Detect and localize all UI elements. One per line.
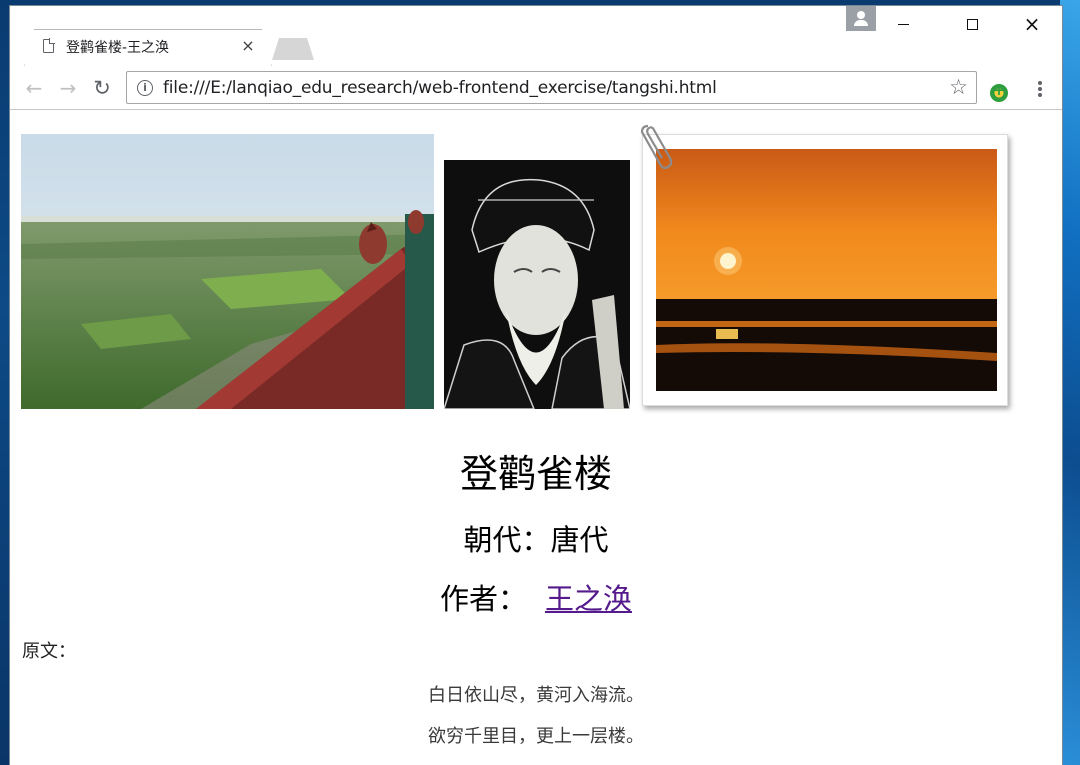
poem-line: 白日依山尽，黄河入海流。	[428, 685, 644, 706]
tab-title: 登鹳雀楼-王之涣	[66, 40, 170, 56]
sunset-image	[656, 149, 997, 391]
author-label: 作者：	[439, 582, 527, 616]
browser-toolbar: ← → ↻ i file:///E:/lanqiao_edu_research/…	[10, 66, 1062, 110]
tab-close-icon[interactable]: ×	[240, 36, 256, 55]
page-content: 登鹳雀楼 朝代：唐代 作者： 王之涣 原文： 白日依山尽，黄河入海流。 欲穷千里目…	[10, 111, 1062, 765]
dynasty-label: 朝代：唐代	[463, 523, 609, 557]
poem-title: 登鹳雀楼	[459, 452, 612, 496]
reload-icon: ↻	[93, 76, 111, 100]
extension-icon[interactable]	[990, 81, 1008, 102]
info-icon[interactable]: i	[137, 80, 153, 96]
reload-button[interactable]: ↻	[90, 76, 114, 100]
forward-button[interactable]: →	[56, 76, 80, 100]
author-link[interactable]: 王之涣	[545, 582, 632, 616]
title-bar: 登鹳雀楼-王之涣 × ×	[10, 6, 1062, 67]
profile-icon[interactable]	[846, 6, 876, 31]
author-row: 作者： 王之涣	[10, 576, 1062, 618]
sunset-photo-card	[640, 124, 1012, 411]
close-icon: ×	[1023, 12, 1041, 36]
paperclip-icon	[640, 124, 673, 170]
address-bar[interactable]: i file:///E:/lanqiao_edu_research/web-fr…	[126, 71, 977, 104]
forward-arrow-icon: →	[59, 76, 77, 100]
close-window-button[interactable]: ×	[1009, 6, 1055, 42]
minimize-icon	[897, 23, 909, 25]
back-button[interactable]: ←	[22, 76, 46, 100]
bookmark-star-icon[interactable]: ☆	[949, 75, 968, 99]
document-icon	[43, 38, 55, 53]
browser-window: 登鹳雀楼-王之涣 × × ← → ↻ i file:///E:/lanqiao_…	[10, 6, 1062, 765]
back-arrow-icon: ←	[25, 76, 43, 100]
poet-portrait-image	[444, 160, 630, 409]
new-tab-button[interactable]	[272, 38, 314, 60]
chrome-menu-icon[interactable]	[1032, 79, 1048, 99]
poem-line: 欲穷千里目，更上一层楼。	[428, 726, 644, 747]
url-text[interactable]: file:///E:/lanqiao_edu_research/web-fron…	[163, 78, 717, 98]
maximize-button[interactable]	[949, 6, 995, 42]
minimize-button[interactable]	[880, 6, 926, 42]
maximize-icon	[966, 18, 978, 30]
pavilion-landscape-image	[21, 134, 434, 409]
original-text-label: 原文：	[22, 641, 76, 662]
